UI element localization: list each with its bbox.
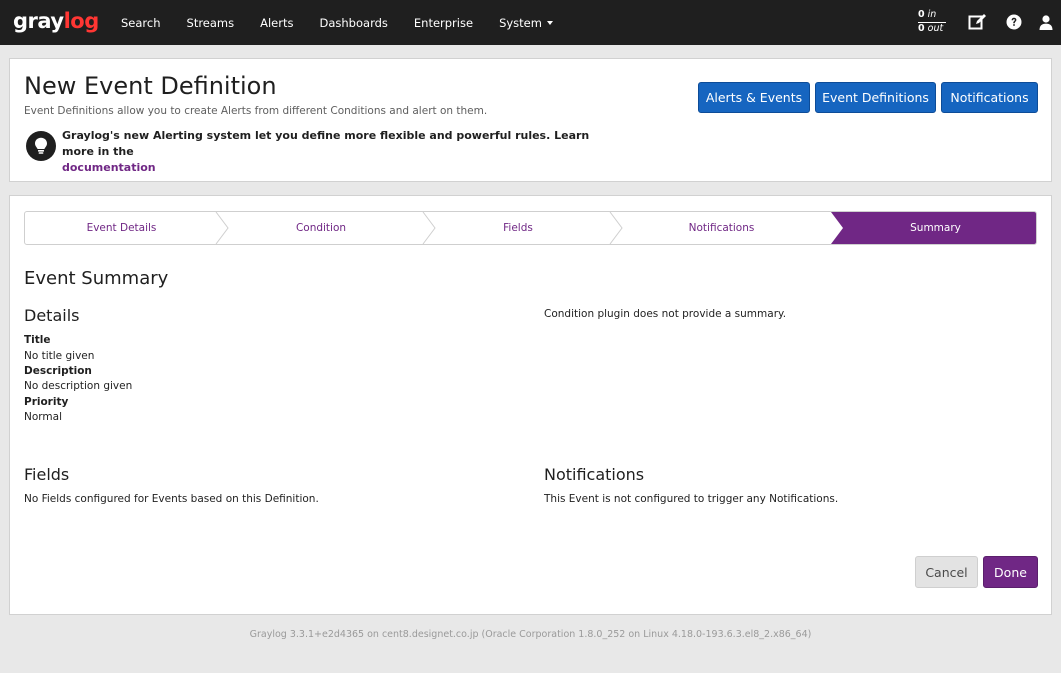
alerts-events-button[interactable]: Alerts & Events — [698, 82, 810, 113]
notifications-heading: Notifications — [544, 465, 645, 484]
lightbulb-icon — [26, 131, 56, 161]
priority-label: Priority — [24, 396, 69, 408]
condition-summary-text: Condition plugin does not provide a summ… — [544, 308, 787, 320]
event-definitions-button[interactable]: Event Definitions — [815, 82, 936, 113]
throughput-in-count: 0 — [918, 9, 925, 20]
details-heading: Details — [24, 306, 80, 325]
description-label: Description — [24, 365, 92, 377]
event-definition-form-panel: Event Details Condition Fields Notificat… — [9, 195, 1052, 615]
nav-dashboards[interactable]: Dashboards — [307, 0, 401, 45]
user-icon[interactable] — [1036, 12, 1056, 32]
graylog-logo[interactable]: gray log — [13, 9, 99, 35]
description-value: No description given — [24, 380, 133, 392]
throughput-in-label: in — [927, 9, 937, 20]
edit-icon[interactable] — [967, 12, 987, 32]
title-label: Title — [24, 334, 51, 346]
top-navbar: gray log Search Streams Alerts Dashboards… — [0, 0, 1061, 45]
wizard-step-fields[interactable]: Fields — [424, 212, 612, 244]
tip-text: Graylog's new Alerting system let you de… — [62, 129, 590, 158]
nav-system-label: System — [499, 15, 542, 30]
wizard-step-event-details[interactable]: Event Details — [25, 212, 218, 244]
title-value: No title given — [24, 350, 95, 362]
nav-system-dropdown[interactable]: System — [486, 0, 566, 45]
throughput-indicator[interactable]: 0 in 0 out — [918, 9, 946, 35]
fields-summary-text: No Fields configured for Events based on… — [24, 493, 319, 505]
wizard-steps: Event Details Condition Fields Notificat… — [24, 211, 1037, 245]
logo-text-gray: gray — [13, 9, 64, 33]
chevron-down-icon — [546, 20, 553, 25]
fields-heading: Fields — [24, 465, 70, 484]
page-subtitle: Event Definitions allow you to create Al… — [24, 105, 488, 117]
logo-text-log: log — [63, 9, 100, 33]
notifications-button[interactable]: Notifications — [941, 82, 1038, 113]
documentation-link[interactable]: documentation — [62, 161, 156, 174]
nav-enterprise[interactable]: Enterprise — [401, 0, 486, 45]
wizard-step-notifications[interactable]: Notifications — [612, 212, 831, 244]
notifications-summary-text: This Event is not configured to trigger … — [544, 493, 839, 505]
nav-links: Search Streams Alerts Dashboards Enterpr… — [108, 0, 566, 45]
wizard-step-summary[interactable]: Summary — [833, 212, 1036, 244]
throughput-out-label: out — [927, 23, 944, 34]
done-button[interactable]: Done — [983, 556, 1038, 588]
page-title: New Event Definition — [24, 72, 277, 100]
nav-streams[interactable]: Streams — [174, 0, 248, 45]
event-summary-heading: Event Summary — [24, 268, 169, 289]
help-icon[interactable] — [1004, 12, 1024, 32]
nav-search[interactable]: Search — [108, 0, 174, 45]
page-header-panel: New Event Definition Event Definitions a… — [9, 58, 1052, 182]
throughput-out-count: 0 — [918, 23, 925, 34]
wizard-step-condition[interactable]: Condition — [218, 212, 424, 244]
priority-value: Normal — [24, 411, 62, 423]
alerting-tip: Graylog's new Alerting system let you de… — [62, 128, 602, 176]
nav-alerts[interactable]: Alerts — [247, 0, 306, 45]
cancel-button[interactable]: Cancel — [915, 556, 978, 588]
footer-version-info: Graylog 3.3.1+e2d4365 on cent8.designet.… — [249, 629, 812, 640]
